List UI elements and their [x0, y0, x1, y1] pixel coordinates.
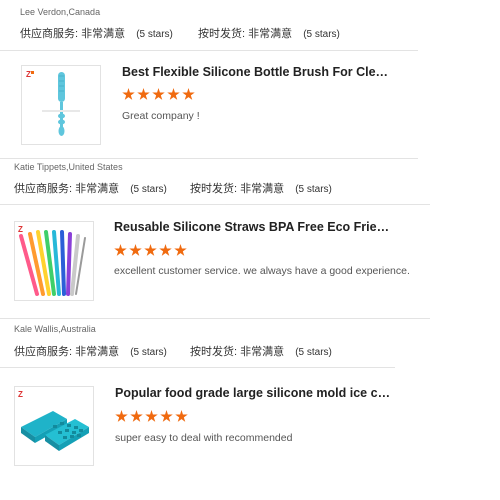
star-icon	[159, 244, 172, 256]
reviewer-name: Kale Wallis,Australia	[14, 324, 96, 334]
supplier-service-label: 供应商服务:	[20, 28, 79, 40]
star-icon	[122, 88, 135, 100]
silicone-straws-image[interactable]: Z	[14, 221, 94, 301]
on-time-shipping-value: 非常满意	[240, 183, 285, 195]
supplier-service-label: 供应商服务:	[14, 183, 73, 195]
star-icon	[114, 244, 127, 256]
divider	[0, 204, 430, 205]
star-rating	[114, 244, 189, 258]
supplier-service-value: 非常满意	[81, 28, 126, 40]
star-icon	[129, 244, 142, 256]
product-title[interactable]: Reusable Silicone Straws BPA Free Eco Fr…	[114, 220, 390, 234]
supplier-service-stars: (5 stars)	[130, 347, 167, 358]
star-icon	[182, 88, 195, 100]
reviewer-name: Katie Tippets,United States	[14, 162, 123, 172]
star-icon	[174, 244, 187, 256]
star-icon	[160, 410, 173, 422]
review-comment: super easy to deal with recommended	[115, 432, 293, 444]
star-icon	[115, 410, 128, 422]
star-icon	[167, 88, 180, 100]
bottle-brush-image[interactable]: Z	[21, 65, 101, 145]
star-rating	[115, 410, 190, 424]
supplier-service-stars: (5 stars)	[130, 184, 167, 195]
ice-cube-mold-image[interactable]: Z	[14, 386, 94, 466]
reviewer-name: Lee Verdon,Canada	[20, 7, 101, 17]
divider	[0, 367, 395, 368]
supplier-service-label: 供应商服务:	[14, 346, 73, 358]
star-icon	[144, 244, 157, 256]
star-icon	[152, 88, 165, 100]
review-comment: excellent customer service. we always ha…	[114, 265, 410, 277]
ratings-row: 供应商服务: 非常满意 (5 stars) 按时发货: 非常满意 (5 star…	[14, 180, 414, 195]
divider	[0, 50, 418, 51]
on-time-shipping-label: 按时发货:	[190, 346, 238, 358]
product-title[interactable]: Popular food grade large silicone mold i…	[115, 386, 391, 400]
star-icon	[137, 88, 150, 100]
on-time-shipping-value: 非常满意	[240, 346, 285, 358]
ratings-row: 供应商服务: 非常满意 (5 stars) 按时发货: 非常满意 (5 star…	[20, 25, 420, 40]
star-icon	[175, 410, 188, 422]
supplier-service-value: 非常满意	[75, 183, 120, 195]
svg-text:Z: Z	[18, 390, 23, 399]
review-comment: Great company !	[122, 110, 200, 122]
star-icon	[130, 410, 143, 422]
on-time-shipping-stars: (5 stars)	[295, 184, 332, 195]
divider	[0, 318, 430, 319]
ratings-row: 供应商服务: 非常满意 (5 stars) 按时发货: 非常满意 (5 star…	[14, 343, 414, 358]
on-time-shipping-value: 非常满意	[248, 28, 293, 40]
supplier-service-stars: (5 stars)	[136, 29, 173, 40]
on-time-shipping-stars: (5 stars)	[295, 347, 332, 358]
supplier-service-value: 非常满意	[75, 346, 120, 358]
on-time-shipping-label: 按时发货:	[190, 183, 238, 195]
star-rating	[122, 88, 197, 102]
on-time-shipping-stars: (5 stars)	[303, 29, 340, 40]
product-title[interactable]: Best Flexible Silicone Bottle Brush For …	[122, 65, 390, 79]
svg-text:Z: Z	[26, 70, 31, 79]
divider	[0, 158, 418, 159]
star-icon	[145, 410, 158, 422]
on-time-shipping-label: 按时发货:	[198, 28, 246, 40]
svg-text:Z: Z	[18, 225, 23, 234]
